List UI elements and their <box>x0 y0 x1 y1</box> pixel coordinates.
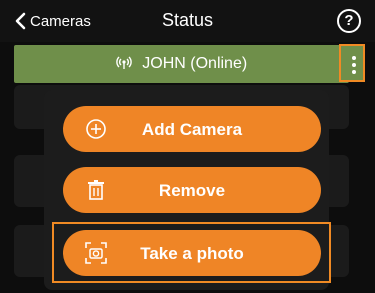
device-status-bar[interactable]: JOHN (Online) <box>14 45 349 83</box>
device-label: JOHN (Online) <box>14 55 349 73</box>
top-bar: Cameras Status ? <box>0 0 375 42</box>
take-photo-highlight <box>52 222 331 283</box>
add-camera-button[interactable]: Add Camera <box>63 106 321 152</box>
more-vertical-icon <box>352 56 356 74</box>
device-menu-button[interactable] <box>339 44 365 82</box>
remove-label: Remove <box>158 181 226 200</box>
device-name-status: JOHN (Online) <box>142 55 248 72</box>
add-camera-label: Add Camera <box>141 120 243 139</box>
wifi-signal-icon <box>116 56 132 69</box>
page-title: Status <box>161 10 214 30</box>
remove-button[interactable]: Remove <box>63 167 321 213</box>
help-icon[interactable]: ? <box>337 9 361 33</box>
